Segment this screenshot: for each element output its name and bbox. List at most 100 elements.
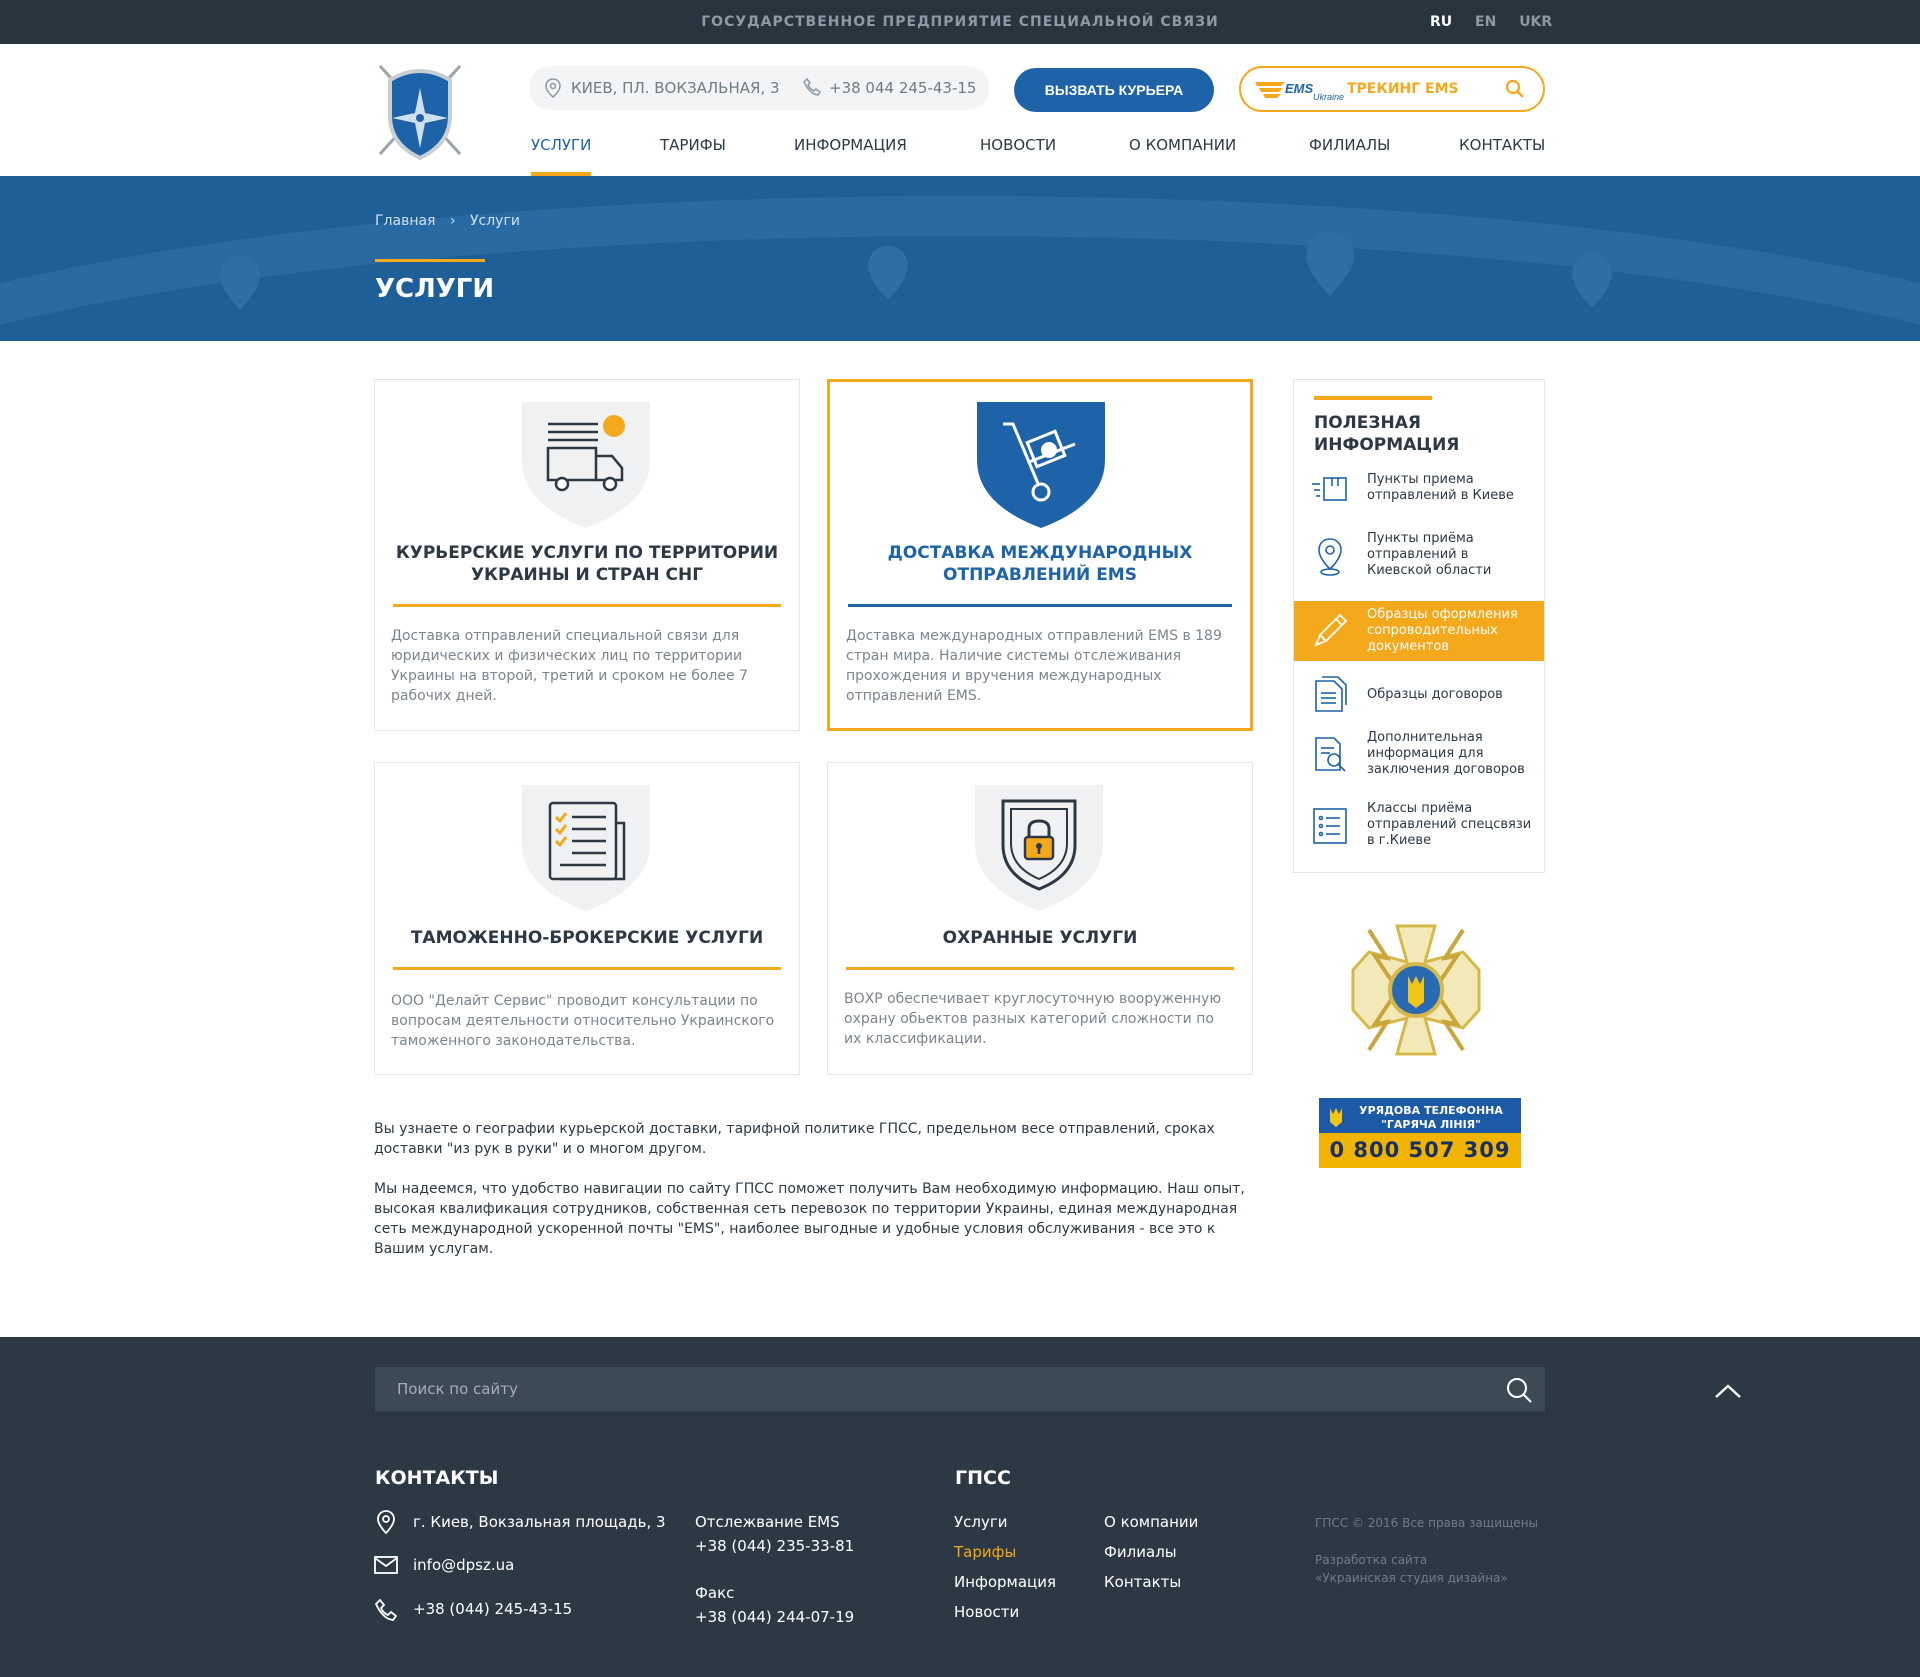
trident-icon (1330, 1108, 1342, 1127)
nav-branches[interactable]: ФИЛИАЛЫ (1309, 136, 1390, 176)
breadcrumb: Главная › Услуги (375, 213, 530, 229)
footer-link-information[interactable]: Информация (954, 1572, 1056, 1592)
service-title: ОХРАННЫЕ УСЛУГИ (942, 928, 1138, 948)
breadcrumb-separator: › (449, 213, 456, 229)
footer-link-branches[interactable]: Филиалы (1104, 1542, 1177, 1562)
hand-cart-icon (977, 402, 1105, 528)
sidebar-item-label: Пункты приема отправлений в Киеве (1367, 472, 1514, 503)
box-icon (1312, 477, 1347, 501)
sidebar-accent (1314, 396, 1432, 400)
sidebar-item-additional-info[interactable]: Дополнительная информация для заключения… (1294, 730, 1544, 780)
map-pin-icon (1318, 538, 1342, 576)
nav-tariffs[interactable]: ТАРИФЫ (660, 136, 726, 176)
footer-email[interactable]: info@dpsz.ua (413, 1555, 514, 1575)
breadcrumb-current: Услуги (470, 213, 520, 229)
svg-text:Ukraine: Ukraine (1313, 92, 1344, 102)
service-divider (848, 604, 1232, 607)
service-card-customs[interactable]: ТАМОЖЕННО-БРОКЕРСКИЕ УСЛУГИ ООО "Делайт … (374, 762, 800, 1075)
scroll-to-top-icon[interactable] (1714, 1383, 1742, 1399)
sidebar-item-label: Пункты приёма отправлений в Киевской обл… (1367, 531, 1492, 578)
service-title: ДОСТАВКА МЕЖДУНАРОДНЫХ ОТПРАВЛЕНИЙ EMS (887, 543, 1193, 585)
footer-fax-label: Факс (695, 1584, 735, 1602)
footer-ems-phone[interactable]: +38 (044) 235-33-81 (695, 1536, 854, 1556)
footer-link-services[interactable]: Услуги (954, 1512, 1007, 1532)
footer-search-input[interactable] (375, 1367, 1545, 1411)
call-courier-button[interactable]: ВЫЗВАТЬ КУРЬЕРА (1014, 68, 1214, 112)
emblem-icon[interactable] (1345, 918, 1487, 1063)
nav-news[interactable]: НОВОСТИ (980, 136, 1056, 176)
organization-name: ГОСУДАРСТВЕННОЕ ПРЕДПРИЯТИЕ СПЕЦИАЛЬНОЙ … (701, 14, 1219, 30)
pencil-icon (1314, 613, 1348, 647)
sidebar-item-kyiv-points[interactable]: Пункты приема отправлений в Киеве (1294, 472, 1544, 512)
footer-link-news[interactable]: Новости (954, 1602, 1019, 1622)
nav-contacts[interactable]: КОНТАКТЫ (1459, 136, 1545, 176)
location-pin-icon (545, 78, 561, 98)
service-description: Доставка отправлений специальной связи д… (391, 628, 748, 704)
sidebar-item-contract-samples[interactable]: Образцы договоров (1294, 675, 1544, 715)
ems-logo: EMS Ukraine (1255, 81, 1344, 102)
phone-icon (375, 1599, 397, 1621)
service-card-security[interactable]: ОХРАННЫЕ УСЛУГИ ВОХР обеспечивает кругло… (827, 762, 1253, 1075)
location-pin-icon (377, 1510, 395, 1534)
mail-icon (374, 1556, 398, 1574)
service-card-courier[interactable]: КУРЬЕРСКИЕ УСЛУГИ ПО ТЕРРИТОРИИ УКРАИНЫ … (374, 379, 800, 731)
lang-ukr[interactable]: UKR (1519, 14, 1552, 30)
service-title: КУРЬЕРСКИЕ УСЛУГИ ПО ТЕРРИТОРИИ УКРАИНЫ … (395, 543, 779, 585)
header-phone[interactable]: +38 044 245-43-15 (829, 79, 976, 97)
footer-link-about[interactable]: О компании (1104, 1512, 1198, 1532)
breadcrumb-home[interactable]: Главная (375, 213, 435, 229)
site-footer: КОНТАКТЫ г. Киев, Вокзальная площадь, 3 … (0, 1337, 1920, 1677)
footer-address: г. Киев, Вокзальная площадь, 3 (413, 1513, 666, 1531)
service-description: ВОХР обеспечивает круглосуточную вооруже… (844, 991, 1222, 1047)
sidebar-item-label: Классы приёма отправлений спецсвязи в г.… (1367, 801, 1532, 848)
header-address: КИЕВ, ПЛ. ВОКЗАЛЬНАЯ, 3 (571, 79, 780, 97)
footer-link-tariffs[interactable]: Тарифы (954, 1542, 1016, 1562)
document-search-icon (1315, 737, 1346, 772)
government-hotline-banner[interactable]: УРЯДОВА ТЕЛЕФОННА "ГАРЯЧА ЛІНІЯ" 0 800 5… (1319, 1098, 1521, 1168)
svg-text:EMS: EMS (1285, 81, 1314, 96)
about-paragraph-2: Мы надеемся, что удобство навигации по с… (374, 1181, 1245, 1257)
footer-link-contacts[interactable]: Контакты (1104, 1572, 1181, 1592)
sidebar-item-label: Дополнительная информация для заключения… (1367, 730, 1525, 777)
documents-icon (1315, 676, 1347, 712)
title-accent (375, 259, 485, 262)
top-strip: ГОСУДАРСТВЕННОЕ ПРЕДПРИЯТИЕ СПЕЦИАЛЬНОЙ … (0, 0, 1920, 44)
service-description: Доставка международных отправлений EMS в… (846, 628, 1222, 704)
footer-phone[interactable]: +38 (044) 245-43-15 (413, 1599, 572, 1619)
site-header: КИЕВ, ПЛ. ВОКЗАЛЬНАЯ, 3 +38 044 245-43-1… (0, 44, 1920, 176)
ems-tracking-field[interactable]: EMS Ukraine ТРЕКИНГ EMS (1239, 66, 1545, 112)
sidebar-item-region-points[interactable]: Пункты приёма отправлений в Киевской обл… (1294, 531, 1544, 579)
phone-icon (803, 78, 821, 96)
footer-ems-label: Отслежвание EMS (695, 1513, 840, 1531)
footer-developer-link[interactable]: «Украинская студия дизайна» (1315, 1569, 1508, 1587)
service-title: ТАМОЖЕННО-БРОКЕРСКИЕ УСЛУГИ (410, 928, 764, 948)
hotline-title: УРЯДОВА ТЕЛЕФОННА "ГАРЯЧА ЛІНІЯ" (1359, 1104, 1503, 1131)
footer-contacts-title: КОНТАКТЫ (375, 1467, 499, 1489)
logo[interactable] (370, 58, 470, 162)
footer-fax-phone: +38 (044) 244-07-19 (695, 1608, 855, 1626)
tracking-label: ТРЕКИНГ EMS (1347, 81, 1459, 97)
checklist-icon (522, 785, 650, 911)
about-paragraph-1: Вы узнаете о географии курьерской достав… (374, 1121, 1215, 1157)
service-card-ems[interactable]: ДОСТАВКА МЕЖДУНАРОДНЫХ ОТПРАВЛЕНИЙ EMS Д… (827, 379, 1253, 731)
padlock-icon (975, 785, 1103, 911)
footer-gpss-title: ГПСС (955, 1467, 1011, 1489)
world-map-background (0, 196, 1920, 325)
useful-info-sidebar: ПОЛЕЗНАЯ ИНФОРМАЦИЯ Пункты приема отправ… (1293, 379, 1545, 873)
hotline-number: 0 800 507 309 (1329, 1138, 1511, 1162)
footer-developer-label: Разработка сайта (1315, 1553, 1428, 1567)
page-hero: Главная › Услуги УСЛУГИ (0, 176, 1920, 341)
sidebar-item-acceptance-classes[interactable]: Классы приёма отправлений спецсвязи в г.… (1294, 801, 1544, 851)
footer-copyright: ГПСС © 2016 Все права защищены (1315, 1516, 1539, 1530)
search-icon[interactable] (1506, 1377, 1532, 1403)
sidebar-item-label: Образцы договоров (1367, 687, 1503, 702)
lang-ru[interactable]: RU (1430, 14, 1452, 30)
nav-services[interactable]: УСЛУГИ (531, 136, 592, 176)
sidebar-item-document-samples[interactable]: Образцы оформления сопроводительных доку… (1294, 601, 1544, 661)
page-title: УСЛУГИ (375, 274, 495, 304)
lang-en[interactable]: EN (1475, 14, 1496, 30)
search-icon[interactable] (1505, 79, 1525, 99)
language-switcher: RU EN UKR (1430, 14, 1570, 30)
nav-about[interactable]: О КОМПАНИИ (1129, 136, 1236, 176)
nav-information[interactable]: ИНФОРМАЦИЯ (794, 136, 907, 176)
